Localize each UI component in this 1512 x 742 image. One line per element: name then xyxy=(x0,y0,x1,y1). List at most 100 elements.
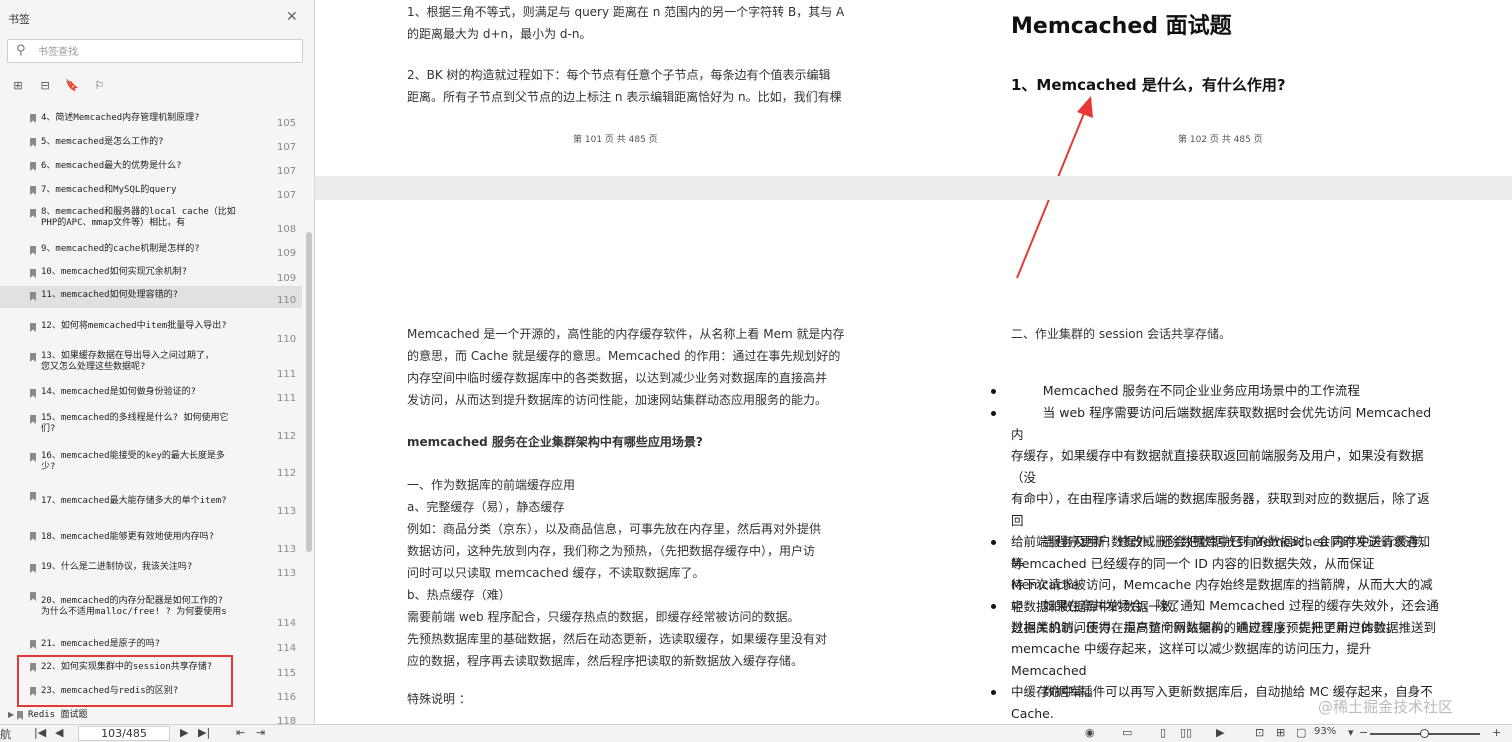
bookmark-icon[interactable]: ⚐ xyxy=(91,78,107,94)
close-icon[interactable]: ✕ xyxy=(286,9,298,25)
bookmark-item[interactable]: 9、memcached的cache机制是怎样的? 109 xyxy=(0,240,302,264)
eye-icon[interactable]: ◉ xyxy=(1085,726,1095,739)
add-bookmark-icon[interactable]: 🔖 xyxy=(64,78,80,94)
page-101-paragraph-2: 2、BK 树的构造就过程如下：每个节点有任意个子节点，每条边有个值表示编辑 距离… xyxy=(407,68,842,104)
memcached-intro-paragraph: Memcached 是一个开源的，高性能的内存缓存软件，从名称上看 Mem 就是… xyxy=(407,327,845,407)
prev-page-icon[interactable]: ◀ xyxy=(55,726,63,739)
bookmark-page: 111 xyxy=(277,369,297,380)
bullet-dot xyxy=(991,604,996,609)
bookmark-page: 114 xyxy=(277,618,297,629)
expand-all-icon[interactable]: ⊞ xyxy=(10,78,26,94)
bookmark-item[interactable]: 21、memcached是原子的吗? 114 xyxy=(0,634,302,656)
special-note: 特殊说明 ： xyxy=(407,692,471,706)
back-icon[interactable]: ⇤ xyxy=(236,726,245,739)
bookmark-icon xyxy=(30,532,36,541)
last-page-icon[interactable]: ▶| xyxy=(198,726,210,739)
bookmark-panel: 书签 ✕ ⚲ ⊞ ⊟ 🔖 ⚐ 4、简述Memcached内存管理机制原理? 10… xyxy=(0,0,315,724)
page-101-paragraph-1: 1、根据三角不等式，则满足与 query 距离在 n 范围内的另一个字符转 B，… xyxy=(407,5,845,41)
bookmark-icon xyxy=(30,687,36,696)
watermark-text: @稀土掘金技术社区 xyxy=(1318,698,1454,716)
zoom-mode-icon[interactable]: ▢ xyxy=(1296,726,1306,739)
play-icon[interactable]: ▶ xyxy=(1216,726,1224,739)
page-number-field[interactable]: 103/485 xyxy=(78,726,170,741)
bookmark-item[interactable]: 8、memcached和服务器的local cache（比如 PHP的APC、m… xyxy=(0,204,302,240)
bookmark-page: 107 xyxy=(277,190,297,201)
nav-label: 航 xyxy=(0,728,11,741)
bookmark-label: 8、memcached和服务器的local cache（比如 PHP的APC、m… xyxy=(41,207,236,228)
double-page-icon[interactable]: ▯▯ xyxy=(1180,726,1192,739)
zoom-in-icon[interactable]: + xyxy=(1492,726,1501,739)
zoom-out-icon[interactable]: − xyxy=(1359,726,1368,739)
bookmark-page: 116 xyxy=(277,692,297,703)
bookmark-page: 115 xyxy=(277,668,297,679)
document-icon[interactable]: ▯ xyxy=(1160,726,1166,739)
bookmark-item[interactable]: 19、什么是二进制协议，我该关注吗? 113 xyxy=(0,558,302,582)
bookmark-page: 113 xyxy=(277,568,297,579)
bookmark-page: 118 xyxy=(277,716,297,724)
bookmark-item[interactable]: 6、memcached最大的优势是什么? 107 xyxy=(0,156,302,180)
bookmark-page: 112 xyxy=(277,468,297,479)
bookmark-label: 22、如何实现集群中的session共享存储? xyxy=(41,662,213,672)
bookmark-icon xyxy=(30,209,36,218)
bookmark-icon xyxy=(30,323,36,332)
bookmark-search-box: ⚲ xyxy=(7,39,303,63)
bookmark-label: 12、如何将memcached中item批量导入导出? xyxy=(41,321,227,331)
zoom-dropdown-icon[interactable]: ▾ xyxy=(1348,726,1354,739)
bookmark-label: 11、memcached如何处理容错的? xyxy=(41,290,179,300)
bookmark-item[interactable]: 10、memcached如何实现冗余机制? 109 xyxy=(0,264,302,286)
sidebar-scrollbar[interactable] xyxy=(306,232,312,552)
bookmark-search-input[interactable] xyxy=(36,43,300,61)
zoom-level: 93% xyxy=(1314,726,1337,737)
bookmark-page: 107 xyxy=(277,142,297,153)
bookmark-icon xyxy=(30,453,36,462)
bookmark-label: 10、memcached如何实现冗余机制? xyxy=(41,267,188,277)
collapse-all-icon[interactable]: ⊟ xyxy=(37,78,53,94)
scenario-body: 一、作为数据库的前端缓存应用 a、完整缓存（易），静态缓存 例如：商品分类（京东… xyxy=(407,478,828,668)
bookmark-label: 23、memcached与redis的区别? xyxy=(41,686,179,696)
bookmark-label: Redis 面试题 xyxy=(28,710,88,720)
bookmark-icon xyxy=(30,186,36,195)
bookmark-icon xyxy=(30,389,36,398)
bookmark-page: 108 xyxy=(277,224,297,235)
bookmark-icon xyxy=(30,246,36,255)
bookmark-label: 13、如果缓存数据在导出导入之间过期了， 您又怎么处理这些数据呢? xyxy=(41,351,214,372)
bookmark-item[interactable]: 12、如何将memcached中item批量导入导出? 110 xyxy=(0,308,302,345)
bookmark-item[interactable]: 18、memcached能够更有效地使用内存吗? 113 xyxy=(0,520,302,558)
panel-title: 书签 xyxy=(8,13,30,26)
single-page-icon[interactable]: ▭ xyxy=(1122,726,1132,739)
bookmark-page: 105 xyxy=(277,118,297,129)
bookmark-item[interactable]: 23、memcached与redis的区别? 116 xyxy=(0,680,302,704)
next-page-icon[interactable]: ▶ xyxy=(180,726,188,739)
bookmark-item[interactable]: 14、memcached是如何做身份验证的? 111 xyxy=(0,384,302,408)
zoom-slider-handle[interactable] xyxy=(1420,729,1429,738)
bookmark-item[interactable]: 20、memcached的内存分配器是如何工作的? 为什么不适用malloc/f… xyxy=(0,582,302,634)
bookmark-icon xyxy=(30,353,36,362)
bookmark-item[interactable]: 17、memcached最大能存储多大的单个item? 113 xyxy=(0,486,302,520)
bookmark-label: 20、memcached的内存分配器是如何工作的? 为什么不适用malloc/f… xyxy=(41,596,227,617)
fit-page-icon[interactable]: ⊞ xyxy=(1276,726,1285,739)
bookmark-label: 7、memcached和MySQL的query xyxy=(41,185,177,195)
bookmark-icon xyxy=(30,162,36,171)
bookmark-item[interactable]: 16、memcached能接受的key的最大长度是多 少? 112 xyxy=(0,446,302,486)
bookmark-page: 114 xyxy=(277,643,297,654)
bookmark-item-selected[interactable]: 11、memcached如何处理容错的? 110 xyxy=(0,286,302,308)
bookmark-item[interactable]: 5、memcached是怎么工作的? 107 xyxy=(0,132,302,156)
bookmark-toolbar: ⊞ ⊟ 🔖 ⚐ xyxy=(10,74,113,92)
bookmark-label: 5、memcached是怎么工作的? xyxy=(41,137,164,147)
search-icon: ⚲ xyxy=(16,43,26,58)
bookmark-item-redis[interactable]: ▶ Redis 面试题 118 xyxy=(0,708,302,724)
forward-icon[interactable]: ⇥ xyxy=(256,726,265,739)
fit-width-icon[interactable]: ⊡ xyxy=(1255,726,1264,739)
bullet-item: Memcached 服务在不同企业业务应用场景中的工作流程 xyxy=(1011,383,1360,398)
page-gap xyxy=(315,176,1512,200)
expand-arrow-icon[interactable]: ▶ xyxy=(8,710,14,719)
bookmark-item[interactable]: 15、memcached的多线程是什么? 如何使用它 们? 112 xyxy=(0,408,302,446)
bookmark-label: 6、memcached最大的优势是什么? xyxy=(41,161,182,171)
bookmark-label: 21、memcached是原子的吗? xyxy=(41,639,161,649)
first-page-icon[interactable]: |◀ xyxy=(34,726,46,739)
bookmark-item[interactable]: 4、简述Memcached内存管理机制原理? 105 xyxy=(0,108,302,132)
bookmark-item[interactable]: 7、memcached和MySQL的query 107 xyxy=(0,180,302,204)
bookmark-item[interactable]: 22、如何实现集群中的session共享存储? 115 xyxy=(0,656,302,680)
bookmark-item[interactable]: 13、如果缓存数据在导出导入之间过期了， 您又怎么处理这些数据呢? 111 xyxy=(0,344,302,384)
bookmark-label: 16、memcached能接受的key的最大长度是多 少? xyxy=(41,451,225,472)
